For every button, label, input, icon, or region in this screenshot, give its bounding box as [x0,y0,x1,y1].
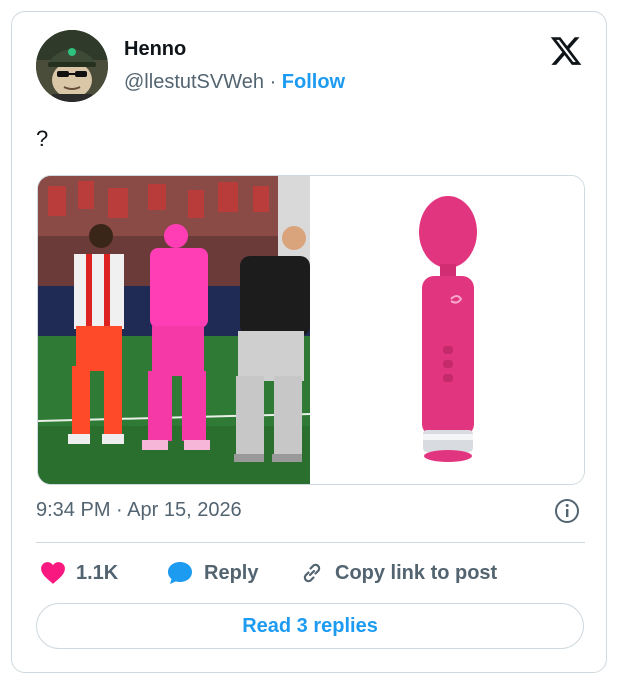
avatar[interactable] [36,30,108,102]
avatar-image [36,30,108,102]
copy-link-button[interactable]: Copy link to post [299,558,497,588]
tweet-text: ? [36,126,49,151]
divider [36,542,585,543]
media-grid[interactable] [37,175,585,485]
x-logo-icon[interactable] [548,34,584,68]
tweet-card: Henno @llestutSVWeh · Follow ? 9:34 PM ·… [11,11,607,673]
like-count: 1.1K [76,561,119,584]
follow-button[interactable]: Follow [282,71,345,93]
like-button[interactable]: 1.1K [40,558,118,588]
handle-separator: · [269,71,277,93]
media-image-left[interactable] [38,176,311,484]
reply-button[interactable]: Reply [166,558,258,588]
media-image-right[interactable] [311,176,584,484]
author-handle-row: @llestutSVWeh · Follow [124,71,345,94]
copy-link-label: Copy link to post [335,561,498,584]
author-handle[interactable]: @llestutSVWeh [124,71,264,93]
speech-bubble-icon [168,562,192,584]
info-icon[interactable] [554,498,580,524]
reply-label: Reply [204,561,259,584]
link-icon [303,563,321,583]
read-replies-button[interactable]: Read 3 replies [36,603,584,649]
tweet-timestamp[interactable]: 9:34 PM · Apr 15, 2026 [36,499,242,522]
heart-icon [41,562,65,584]
author-name[interactable]: Henno [124,38,186,61]
